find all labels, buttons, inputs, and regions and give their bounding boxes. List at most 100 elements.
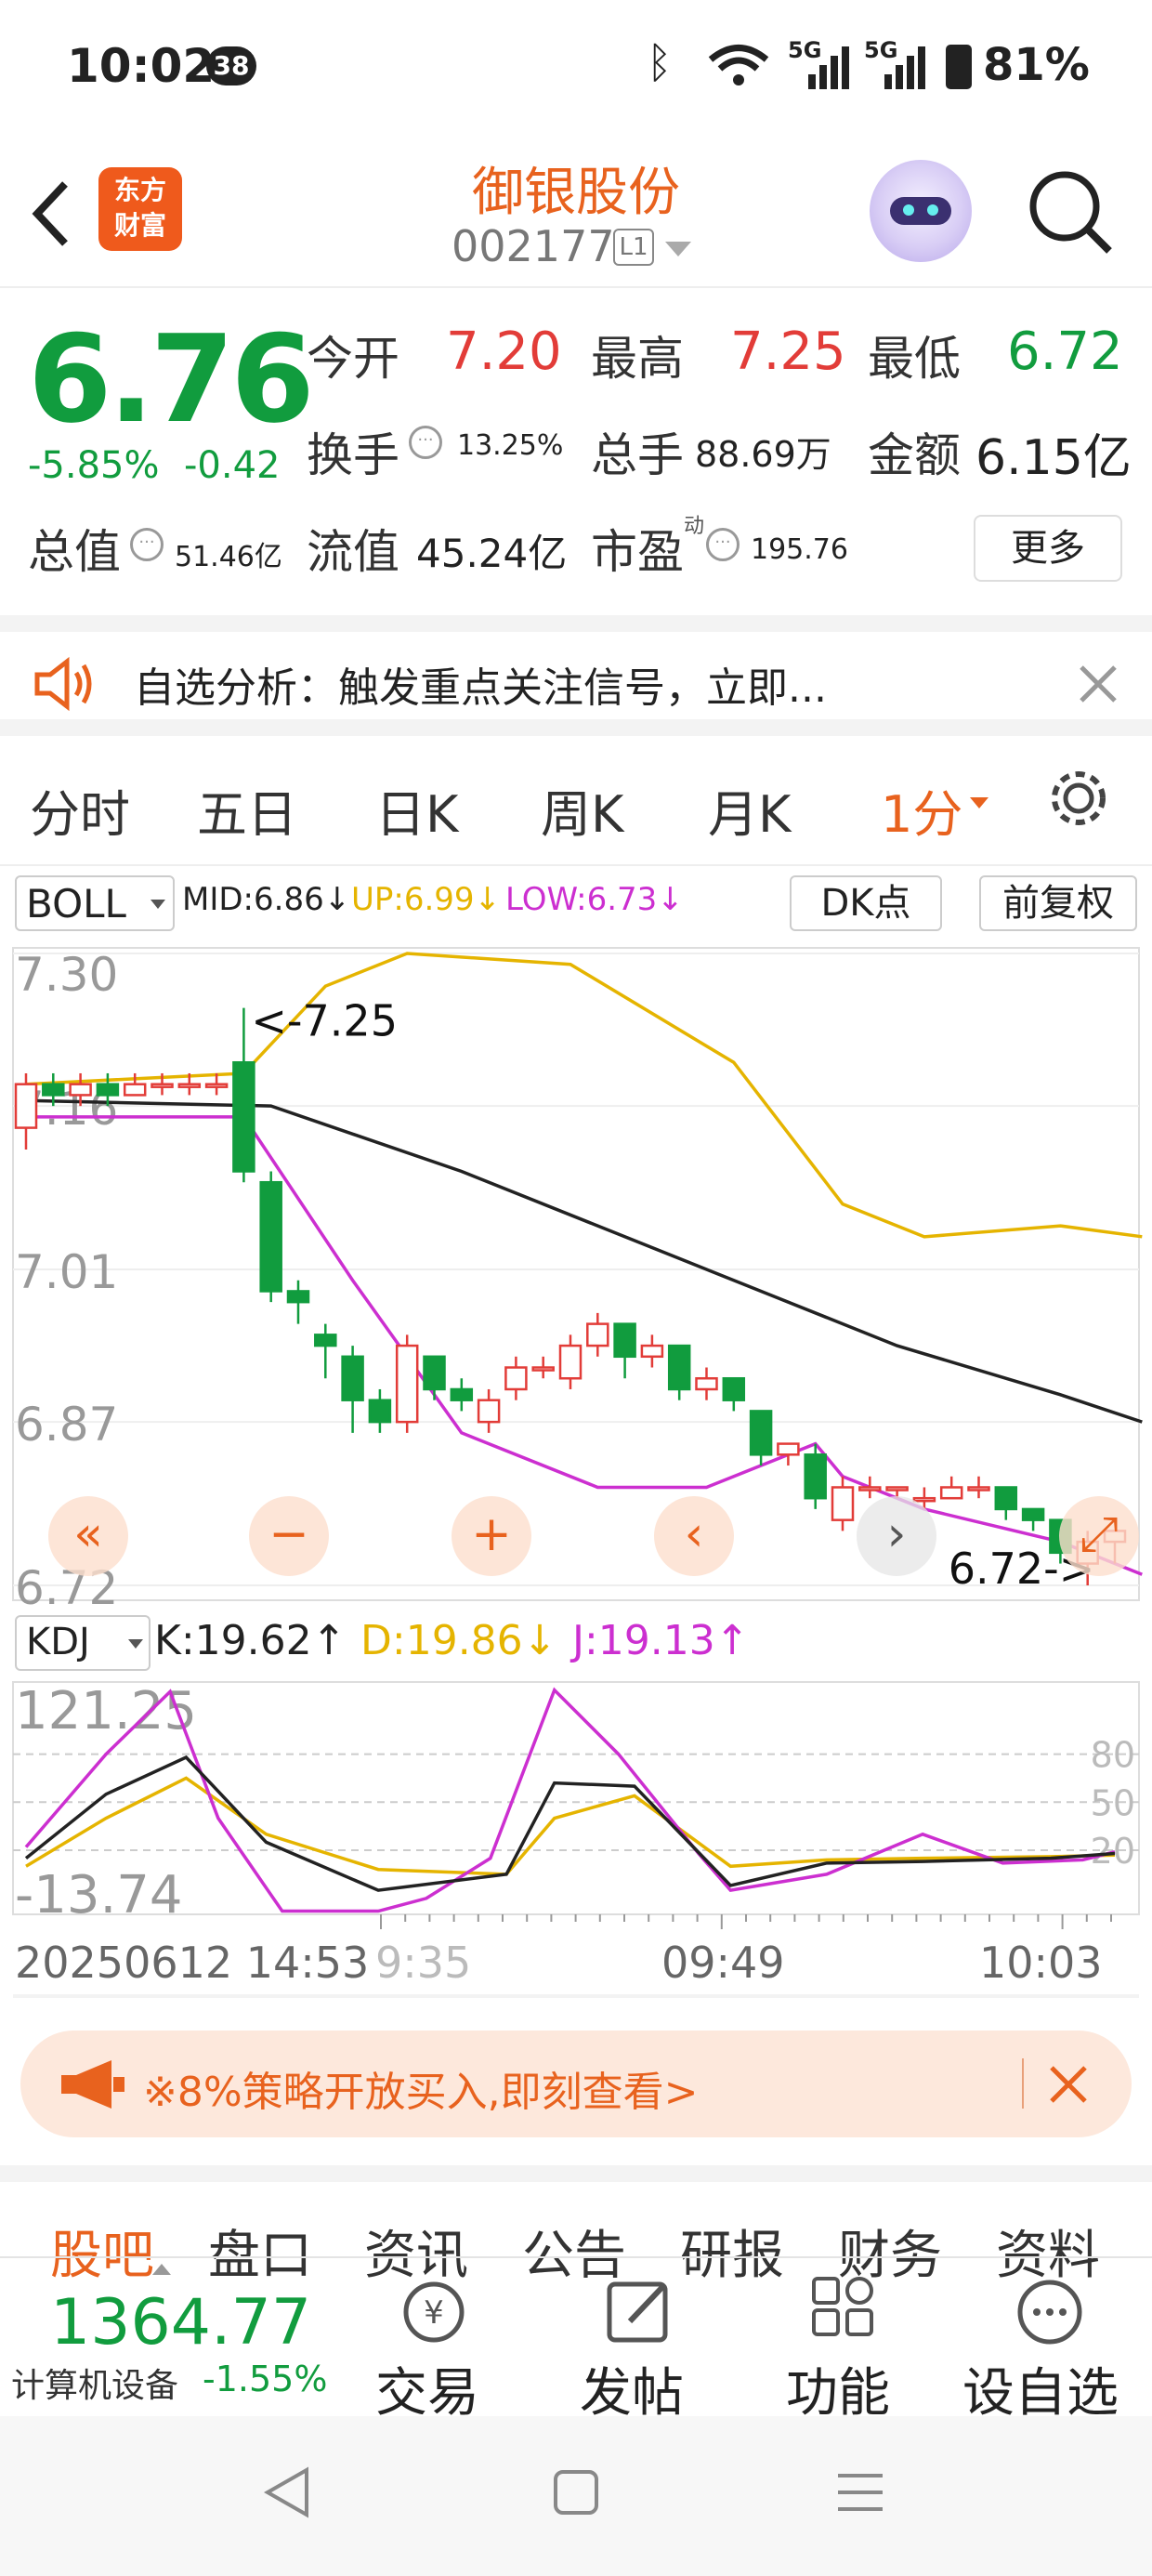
candle-body xyxy=(831,1486,855,1521)
expand-up-icon[interactable] xyxy=(152,2264,171,2275)
change-pct: -5.85% xyxy=(28,444,160,487)
scroll-left-fast-button[interactable]: « xyxy=(48,1496,128,1576)
candle-body xyxy=(994,1486,1018,1511)
fullscreen-button[interactable]: ⤢ xyxy=(1059,1496,1139,1576)
candle-body xyxy=(177,1083,202,1088)
sector-index-value[interactable]: 1364.77 xyxy=(50,2286,311,2359)
quote-panel: 6.76 -5.85% -0.42 今开 7.20 最高 7.25 最低 6.72 换手 ··… xyxy=(0,290,1152,615)
boll-mid: MID:6.86↓ xyxy=(182,881,351,918)
candle-body xyxy=(695,1376,718,1391)
more-button[interactable]: 更多 xyxy=(974,515,1122,582)
quote-value: 6.72 xyxy=(1007,322,1123,382)
info-dots-icon[interactable]: ··· xyxy=(130,528,164,561)
candle-body xyxy=(151,1083,174,1088)
tab-weekly-k[interactable]: 周K xyxy=(541,773,623,847)
nav-menu-icon[interactable] xyxy=(832,2464,888,2520)
x-axis-label: 09:49 xyxy=(661,1938,785,1988)
kdj-select[interactable]: KDJ xyxy=(15,1615,151,1671)
candle-body xyxy=(232,1060,255,1173)
zoom-out-button[interactable]: − xyxy=(249,1496,329,1576)
candle-body xyxy=(749,1410,773,1456)
alert-banner[interactable]: 自选分析：触发重点关注信号，立即... xyxy=(0,615,1152,736)
settings-gear-icon[interactable] xyxy=(1044,764,1113,833)
candle-body xyxy=(259,1180,282,1293)
candle-body xyxy=(14,1083,38,1129)
quote-value: 45.24亿 xyxy=(416,531,568,576)
speaker-icon xyxy=(34,656,92,712)
candle-body xyxy=(939,1486,963,1500)
bluetooth-icon: ᛒ xyxy=(647,37,673,87)
kdj-j: J:19.13↑ xyxy=(572,1617,750,1664)
system-nav-bar xyxy=(0,2416,1152,2576)
info-dots-icon[interactable]: ··· xyxy=(409,426,442,459)
candle-body xyxy=(912,1496,936,1503)
search-icon[interactable] xyxy=(1026,167,1115,256)
tab-intraday[interactable]: 分时 xyxy=(30,773,130,847)
svg-text:¥: ¥ xyxy=(424,2294,444,2332)
battery-icon xyxy=(946,45,972,89)
x-axis-label: 10:03 xyxy=(979,1938,1103,1988)
indicator-select[interactable]: BOLL xyxy=(15,875,175,931)
promo-banner[interactable]: ※8%策略开放买入,即刻查看> xyxy=(20,2031,1132,2137)
kline-chart[interactable]: 7.307.167.016.876.72<-7.256.72->80502012… xyxy=(0,939,1152,2007)
stock-code: 002177 xyxy=(452,221,615,271)
change-amt: -0.42 xyxy=(184,444,281,487)
level-badge: L1 xyxy=(613,229,654,266)
x-axis-label: 20250612 14:53 xyxy=(15,1938,369,1988)
quote-value: 13.25% xyxy=(457,429,564,462)
divider xyxy=(13,1994,1139,1998)
tab-five-day[interactable]: 五日 xyxy=(197,773,297,847)
quote-label: 最高 xyxy=(591,332,684,386)
zoom-in-button[interactable]: + xyxy=(452,1496,531,1576)
promo-close-icon[interactable] xyxy=(1048,2064,1089,2105)
x-axis-label: 9:35 xyxy=(375,1938,471,1988)
quote-value: 195.76 xyxy=(751,533,848,566)
candle-body xyxy=(69,1083,92,1097)
signal-icon-2 xyxy=(884,46,925,89)
kdj-level-label: 50 xyxy=(1091,1782,1135,1823)
candle-body xyxy=(777,1442,800,1456)
candle-body xyxy=(42,1083,65,1097)
kdj-y-bottom: -13.74 xyxy=(15,1865,183,1925)
add-watchlist-button[interactable]: 设自选 xyxy=(962,2351,1119,2426)
quote-label: 金额 xyxy=(868,428,961,482)
candle-body xyxy=(858,1486,882,1492)
nav-home-icon[interactable] xyxy=(548,2464,604,2520)
y-tick-label: 6.87 xyxy=(15,1398,118,1452)
functions-button[interactable]: 功能 xyxy=(786,2351,890,2426)
code-dropdown-icon[interactable] xyxy=(665,242,691,256)
boll-up: UP:6.99↓ xyxy=(351,881,502,918)
nav-back-icon[interactable] xyxy=(260,2464,316,2520)
robot-assistant-icon[interactable] xyxy=(870,160,972,262)
candle-body xyxy=(1021,1507,1045,1521)
trade-icon: ¥ xyxy=(403,2281,465,2343)
dk-point-button[interactable]: DK点 xyxy=(790,875,942,931)
sector-name: 计算机设备 xyxy=(11,2367,179,2405)
price-adjust-button[interactable]: 前复权 xyxy=(979,875,1137,931)
post-button[interactable]: 发帖 xyxy=(580,2351,684,2426)
tab-1min[interactable]: 1分 xyxy=(881,773,962,847)
boll-low: LOW:6.73↓ xyxy=(505,881,684,918)
quote-sup: 动 xyxy=(684,515,705,538)
sector-change: -1.55% xyxy=(203,2359,328,2399)
indicator-dropdown-icon xyxy=(151,900,165,909)
stock-header: 东方 财富 御银股份 002177 L1 xyxy=(0,139,1152,288)
close-icon[interactable] xyxy=(1078,664,1119,704)
tab-daily-k[interactable]: 日K xyxy=(375,773,458,847)
bottom-toolbar: 1364.77 计算机设备 -1.55% ¥ 交易 发帖 功能 设自选 xyxy=(0,2256,1152,2424)
megaphone-icon xyxy=(61,2060,124,2109)
trade-button[interactable]: 交易 xyxy=(375,2351,479,2426)
candle-body xyxy=(667,1344,691,1391)
indicator-name: BOLL xyxy=(26,881,126,927)
last-price: 6.76 xyxy=(28,309,315,450)
candle-body xyxy=(558,1344,583,1380)
candle-body xyxy=(286,1290,310,1304)
quote-label: 最低 xyxy=(868,332,961,386)
info-dots-icon[interactable]: ··· xyxy=(706,528,740,561)
promo-divider xyxy=(1022,2058,1024,2109)
candle-body xyxy=(967,1486,990,1492)
move-right-button[interactable]: › xyxy=(857,1496,936,1576)
tab-monthly-k[interactable]: 月K xyxy=(708,773,791,847)
move-left-button[interactable]: ‹ xyxy=(654,1496,734,1576)
quote-label: 流值 xyxy=(307,525,399,579)
